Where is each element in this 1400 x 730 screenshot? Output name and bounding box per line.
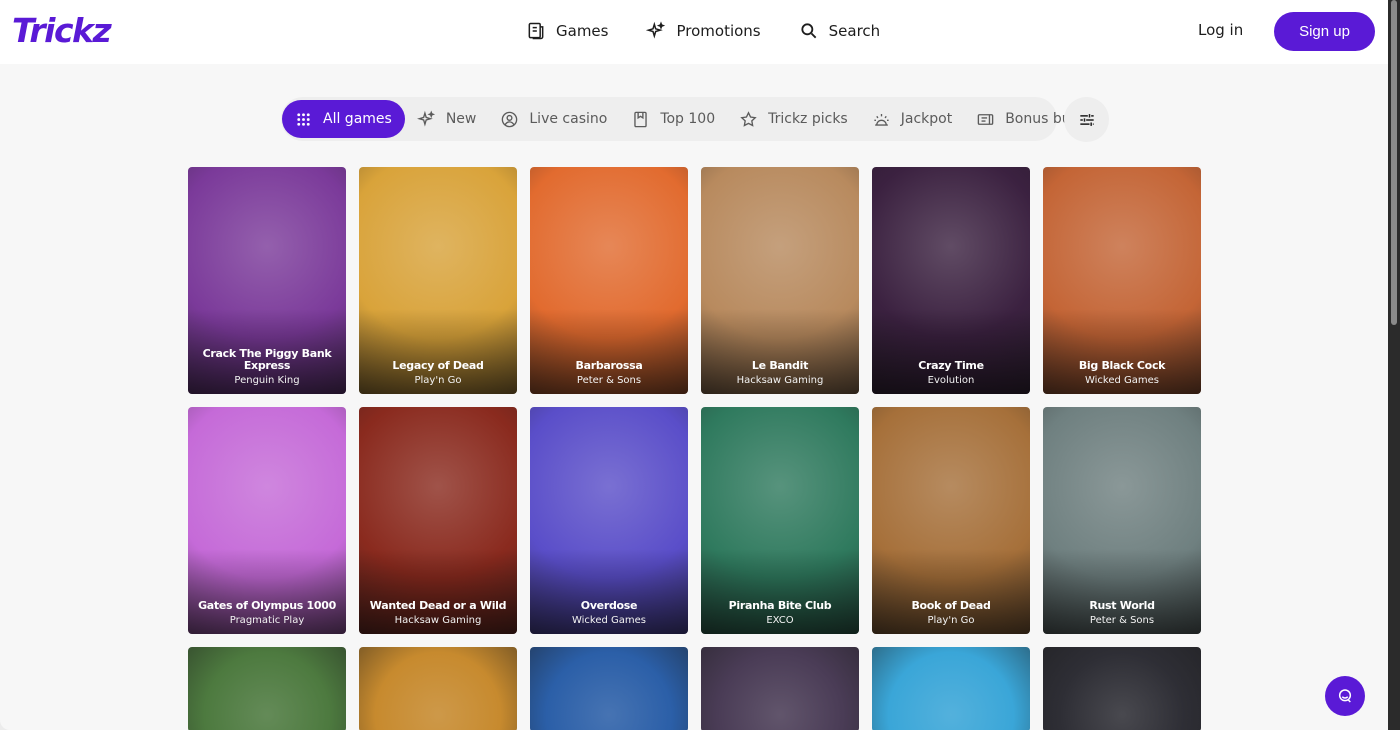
filter-jackpot-label: Jackpot	[900, 111, 953, 127]
header: Trickz Games Promotions Search Log in Si…	[0, 0, 1388, 64]
category-filter-bar: All games New Live casino Top 100 Trickz…	[281, 97, 1079, 141]
game-card[interactable]: Big Black Cock Wicked Games	[1043, 167, 1201, 394]
games-icon	[528, 22, 544, 40]
filter-settings-button[interactable]	[1064, 97, 1109, 142]
game-provider: Peter & Sons	[1089, 615, 1155, 626]
game-provider: Pragmatic Play	[229, 615, 305, 626]
filter-live-casino-label: Live casino	[529, 111, 608, 127]
sparkle-icon	[646, 21, 666, 39]
game-title: Piranha Bite Club	[728, 599, 832, 612]
game-provider: Hacksaw Gaming	[736, 375, 824, 386]
login-link[interactable]: Log in	[1198, 21, 1243, 39]
game-title: Book of Dead	[911, 599, 991, 612]
game-title: Wanted Dead or a Wild	[369, 599, 507, 612]
game-card[interactable]	[1043, 647, 1201, 730]
game-card[interactable]: Book of Dead Play'n Go	[872, 407, 1030, 634]
games-grid: Crack The Piggy Bank Express Penguin King…	[188, 167, 1201, 730]
game-provider: Play'n Go	[414, 375, 462, 386]
filter-new[interactable]: New	[405, 100, 489, 138]
game-card[interactable]: Rust World Peter & Sons	[1043, 407, 1201, 634]
game-title: Crack The Piggy Bank Express	[202, 347, 332, 372]
game-title: Rust World	[1089, 599, 1155, 612]
filter-trickz-picks-label: Trickz picks	[768, 111, 848, 127]
filter-all-games[interactable]: All games	[282, 100, 405, 138]
game-art	[530, 647, 688, 730]
game-card[interactable]	[359, 647, 517, 730]
game-provider: Penguin King	[234, 375, 300, 386]
game-title: Le Bandit	[751, 359, 809, 372]
game-provider: Hacksaw Gaming	[394, 615, 482, 626]
game-card[interactable]: Crack The Piggy Bank Express Penguin King	[188, 167, 346, 394]
game-title: Overdose	[580, 599, 638, 612]
game-card[interactable]: Barbarossa Peter & Sons	[530, 167, 688, 394]
game-card[interactable]: Overdose Wicked Games	[530, 407, 688, 634]
main-nav: Games Promotions Search	[526, 18, 880, 44]
game-card[interactable]: Gates of Olympus 1000 Pragmatic Play	[188, 407, 346, 634]
game-card[interactable]: Piranha Bite Club EXCO	[701, 407, 859, 634]
game-provider: EXCO	[766, 615, 794, 626]
nav-promotions[interactable]: Promotions	[646, 18, 761, 44]
nav-search[interactable]: Search	[799, 18, 881, 44]
game-card[interactable]: Wanted Dead or a Wild Hacksaw Gaming	[359, 407, 517, 634]
game-provider: Wicked Games	[571, 615, 647, 626]
page-scrollbar[interactable]	[1388, 0, 1400, 730]
game-provider: Play'n Go	[927, 615, 975, 626]
nav-games[interactable]: Games	[526, 18, 608, 44]
game-art	[872, 647, 1030, 730]
game-card[interactable]	[530, 647, 688, 730]
nav-promotions-label: Promotions	[676, 22, 761, 40]
filter-jackpot[interactable]: Jackpot	[860, 100, 964, 138]
game-art	[359, 647, 517, 730]
search-icon	[801, 23, 816, 39]
game-title: Gates of Olympus 1000	[198, 599, 336, 612]
grid-icon	[297, 112, 310, 126]
game-provider: Evolution	[927, 375, 975, 386]
game-card[interactable]	[701, 647, 859, 730]
game-card[interactable]: Crazy Time Evolution	[872, 167, 1030, 394]
bookmark-icon	[634, 111, 648, 127]
trickz-logo[interactable]: Trickz	[12, 11, 112, 50]
nav-games-label: Games	[556, 22, 609, 40]
filter-all-games-label: All games	[323, 111, 392, 127]
sliders-icon	[1079, 113, 1094, 126]
game-card[interactable]	[188, 647, 346, 730]
game-art	[188, 647, 346, 730]
scrollbar-thumb[interactable]	[1391, 0, 1397, 325]
game-art	[1043, 647, 1201, 730]
game-title: Crazy Time	[918, 359, 984, 372]
live-icon	[502, 111, 518, 127]
game-provider: Peter & Sons	[576, 375, 642, 386]
sparkle-icon	[416, 110, 435, 127]
filter-top-100-label: Top 100	[660, 111, 716, 127]
page: Trickz Games Promotions Search Log in Si…	[0, 0, 1388, 730]
game-art	[701, 647, 859, 730]
star-icon	[740, 110, 757, 127]
nav-search-label: Search	[828, 22, 881, 40]
game-card[interactable]	[872, 647, 1030, 730]
game-title: Legacy of Dead	[392, 359, 484, 372]
chat-icon	[1338, 689, 1352, 703]
filter-top-100[interactable]: Top 100	[619, 100, 727, 138]
filter-live-casino[interactable]: Live casino	[488, 100, 619, 138]
jackpot-icon	[874, 113, 889, 126]
filter-new-label: New	[445, 111, 477, 127]
game-card[interactable]: Le Bandit Hacksaw Gaming	[701, 167, 859, 394]
game-card[interactable]: Legacy of Dead Play'n Go	[359, 167, 517, 394]
chat-support-button[interactable]	[1325, 676, 1365, 716]
signup-button[interactable]: Sign up	[1274, 12, 1375, 51]
game-title: Barbarossa	[575, 359, 643, 372]
ticket-icon	[977, 113, 994, 125]
game-provider: Wicked Games	[1084, 375, 1160, 386]
game-title: Big Black Cock	[1078, 359, 1166, 372]
filter-trickz-picks[interactable]: Trickz picks	[727, 100, 860, 138]
